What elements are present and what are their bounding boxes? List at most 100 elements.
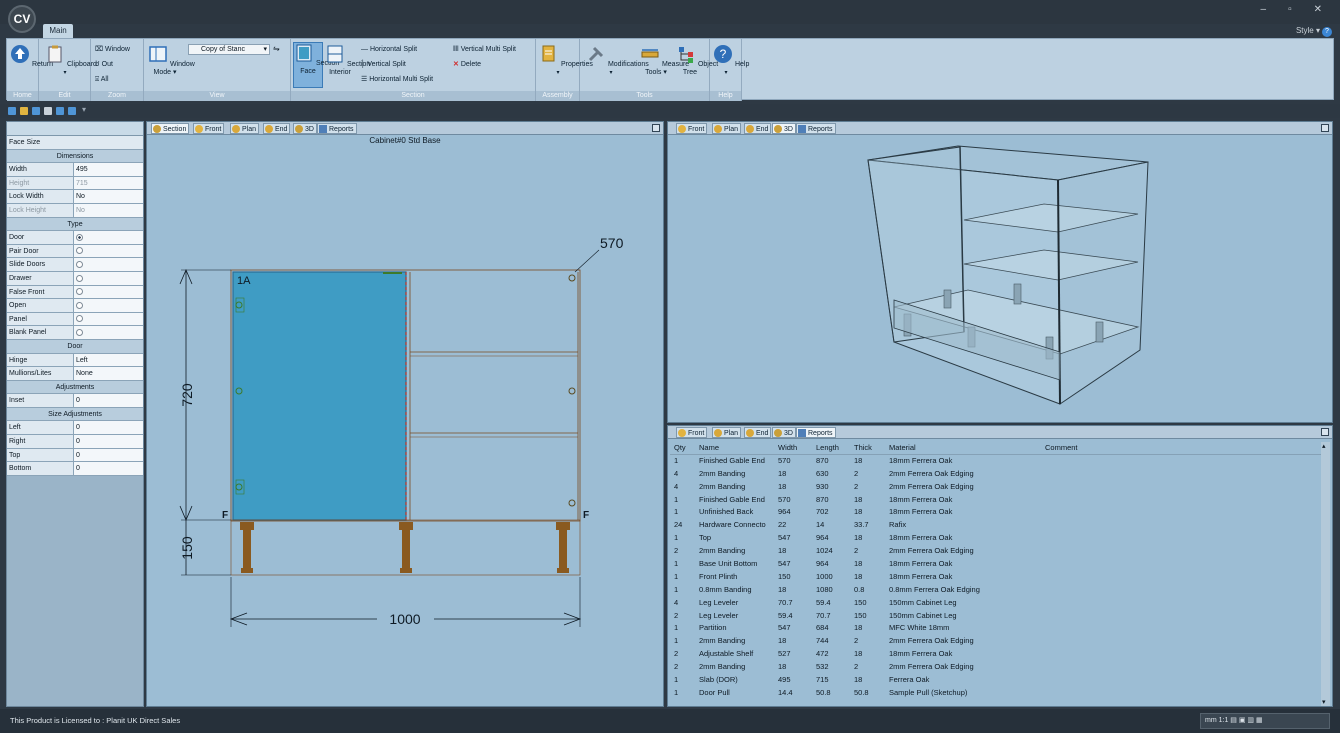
section-interior-button[interactable]: Section Interior bbox=[325, 44, 370, 77]
column-header-name[interactable]: Name bbox=[699, 442, 719, 455]
type-pair-door-row[interactable]: Pair Door bbox=[7, 244, 143, 259]
reports-pane-close-button[interactable] bbox=[1321, 428, 1329, 436]
tab-reports[interactable]: Reports bbox=[796, 427, 836, 438]
hinge-value[interactable]: Left bbox=[74, 353, 143, 367]
column-header-comment[interactable]: Comment bbox=[1045, 442, 1078, 455]
bottom-adj-value[interactable]: 0 bbox=[74, 462, 143, 475]
mullions-value[interactable]: None bbox=[74, 367, 143, 380]
right-adj-value[interactable]: 0 bbox=[74, 435, 143, 448]
inset-row[interactable]: Inset 0 bbox=[7, 394, 143, 408]
top-adj-value[interactable]: 0 bbox=[74, 448, 143, 462]
hinge-row[interactable]: Hinge Left bbox=[7, 353, 143, 368]
swap-icon[interactable]: ⇋ bbox=[273, 44, 285, 55]
right-adj-row[interactable]: Right 0 bbox=[7, 435, 143, 449]
type-door-row[interactable]: Door bbox=[7, 231, 143, 245]
tab-front[interactable]: Front bbox=[676, 427, 708, 438]
table-row[interactable]: 4 Leg Leveler 70.7 59.4 150 150mm Cabinet Leg bbox=[670, 597, 1324, 610]
table-row[interactable]: 2 Adjustable Shelf 527 472 18 18mm Ferrera Oa… bbox=[670, 648, 1324, 661]
type-panel-row[interactable]: Panel bbox=[7, 312, 143, 327]
radio-open[interactable] bbox=[76, 301, 83, 309]
return-button[interactable]: Return bbox=[10, 44, 53, 69]
customize-qat-icon[interactable]: ▾ bbox=[82, 105, 86, 114]
zoom-all-button[interactable]: ⌻ All bbox=[95, 75, 109, 84]
measure-tools-button[interactable]: Measure Tools ▾ bbox=[640, 44, 689, 77]
style-menu[interactable]: Style ▾? bbox=[1296, 26, 1332, 37]
column-header-thick[interactable]: Thick bbox=[854, 442, 872, 455]
window-mode-button[interactable]: Window Mode ▾ bbox=[148, 44, 195, 77]
print-icon[interactable] bbox=[44, 107, 52, 115]
radio-panel[interactable] bbox=[76, 315, 83, 323]
close-button[interactable]: ✕ bbox=[1314, 4, 1322, 15]
table-row[interactable]: 1 Door Pull 14.4 50.8 50.8 Sample Pull (Sketc… bbox=[670, 687, 1324, 700]
table-row[interactable]: 1 Base Unit Bottom 547 964 18 18mm Ferrera Oa… bbox=[670, 558, 1324, 571]
table-row[interactable]: 4 2mm Banding 18 930 2 2mm Ferrera Oak Edging bbox=[670, 481, 1324, 494]
left-adj-row[interactable]: Left 0 bbox=[7, 421, 143, 436]
object-tree-button[interactable]: Object Tree bbox=[676, 44, 718, 77]
radio-false-front[interactable] bbox=[76, 288, 83, 296]
horizontal-split-button[interactable]: — Horizontal Split bbox=[361, 45, 417, 54]
column-header-qty[interactable]: Qty bbox=[674, 442, 686, 455]
table-row[interactable]: 2 Leg Leveler 59.4 70.7 150 150mm Cabinet Leg bbox=[670, 610, 1324, 623]
vertical-split-button[interactable]: │ Vertical Split bbox=[361, 60, 406, 69]
lock-width-value[interactable]: No bbox=[74, 190, 143, 203]
bottom-adj-row[interactable]: Bottom 0 bbox=[7, 462, 143, 476]
table-row[interactable]: 1 Top 547 964 18 18mm Ferrera Oak bbox=[670, 532, 1324, 545]
app-logo[interactable]: CV bbox=[8, 5, 36, 33]
tab-3d[interactable]: 3D bbox=[772, 427, 796, 438]
vertical-multi-split-button[interactable]: ‖‖ Vertical Multi Split bbox=[453, 45, 516, 54]
door-panel[interactable] bbox=[232, 271, 407, 521]
inset-value[interactable]: 0 bbox=[74, 394, 143, 407]
copy-standard-dropdown[interactable]: Copy of Stanc ▾ bbox=[188, 44, 270, 55]
scroll-down-icon[interactable]: ▾ bbox=[1322, 698, 1326, 706]
column-header-width[interactable]: Width bbox=[778, 442, 797, 455]
status-tool-icons[interactable]: ▤ ▣ ▥ ▦ bbox=[1230, 717, 1262, 724]
width-row[interactable]: Width 495 bbox=[7, 163, 143, 177]
radio-drawer[interactable] bbox=[76, 274, 83, 282]
type-drawer-row[interactable]: Drawer bbox=[7, 271, 143, 286]
type-open-row[interactable]: Open bbox=[7, 299, 143, 313]
column-header-length[interactable]: Length bbox=[816, 442, 839, 455]
lock-width-row[interactable]: Lock Width No bbox=[7, 190, 143, 204]
radio-slide-doors[interactable] bbox=[76, 261, 83, 268]
table-row[interactable]: 1 2mm Banding 18 744 2 2mm Ferrera Oak Edging bbox=[670, 635, 1324, 648]
table-row[interactable]: 24 Hardware Connecto 22 14 33.7 Rafix bbox=[670, 519, 1324, 532]
redo-icon[interactable] bbox=[68, 107, 76, 115]
help-circle-icon[interactable]: ? bbox=[1322, 27, 1332, 37]
radio-blank-panel[interactable] bbox=[76, 328, 83, 336]
new-icon[interactable] bbox=[8, 107, 16, 115]
maximize-button[interactable]: ▫ bbox=[1288, 4, 1292, 15]
section-face-button[interactable]: Section Face bbox=[293, 42, 339, 88]
properties-button[interactable]: Properties ▾ bbox=[539, 44, 593, 77]
table-row[interactable]: 1 Finished Gable End 570 870 18 18mm Ferrera … bbox=[670, 494, 1324, 507]
tab-end[interactable]: End bbox=[744, 427, 772, 438]
type-slide-doors-row[interactable]: Slide Doors bbox=[7, 258, 143, 272]
horizontal-multi-split-button[interactable]: ☰ Horizontal Multi Split bbox=[361, 75, 433, 84]
top-adj-row[interactable]: Top 0 bbox=[7, 448, 143, 463]
table-row[interactable]: 2 2mm Banding 18 532 2 2mm Ferrera Oak Edging bbox=[670, 661, 1324, 674]
modifications-button[interactable]: Modifications ▾ bbox=[586, 44, 649, 77]
undo-icon[interactable] bbox=[56, 107, 64, 115]
type-blank-panel-row[interactable]: Blank Panel bbox=[7, 326, 143, 340]
delete-button[interactable]: ✕ Delete bbox=[453, 60, 481, 69]
units-indicator[interactable]: mm 1:1 ▤ ▣ ▥ ▦ bbox=[1200, 713, 1330, 729]
reports-scrollbar[interactable]: ▴ ▾ bbox=[1321, 442, 1330, 706]
mullions-row[interactable]: Mullions/Lites None bbox=[7, 367, 143, 381]
column-header-material[interactable]: Material bbox=[889, 442, 916, 455]
clipboard-button[interactable]: Clipboard ▾ bbox=[45, 44, 97, 77]
left-adj-value[interactable]: 0 bbox=[74, 421, 143, 435]
scroll-up-icon[interactable]: ▴ bbox=[1322, 442, 1326, 450]
table-row[interactable]: 2 2mm Banding 18 1024 2 2mm Ferrera Oak Edgin… bbox=[670, 545, 1324, 558]
table-row[interactable]: 1 Slab (DOR) 495 715 18 Ferrera Oak bbox=[670, 674, 1324, 687]
radio-pair-door[interactable] bbox=[76, 247, 83, 255]
table-row[interactable]: 1 Unfinished Back 964 702 18 18mm Ferrera Oak bbox=[670, 506, 1324, 519]
table-row[interactable]: 1 Partition 547 684 18 MFC White 18mm bbox=[670, 622, 1324, 635]
tab-plan[interactable]: Plan bbox=[712, 427, 742, 438]
save-icon[interactable] bbox=[32, 107, 40, 115]
table-row[interactable]: 4 2mm Banding 18 630 2 2mm Ferrera Oak Edging bbox=[670, 468, 1324, 481]
zoom-window-button[interactable]: ⌧ Window bbox=[95, 45, 130, 54]
width-value[interactable]: 495 bbox=[74, 163, 143, 176]
table-row[interactable]: 1 Finished Gable End 570 870 18 18mm Ferrera … bbox=[670, 455, 1324, 468]
table-row[interactable]: 1 0.8mm Banding 18 1080 0.8 0.8mm Ferrera Oak… bbox=[670, 584, 1324, 597]
open-icon[interactable] bbox=[20, 107, 28, 115]
radio-door[interactable] bbox=[76, 233, 83, 241]
